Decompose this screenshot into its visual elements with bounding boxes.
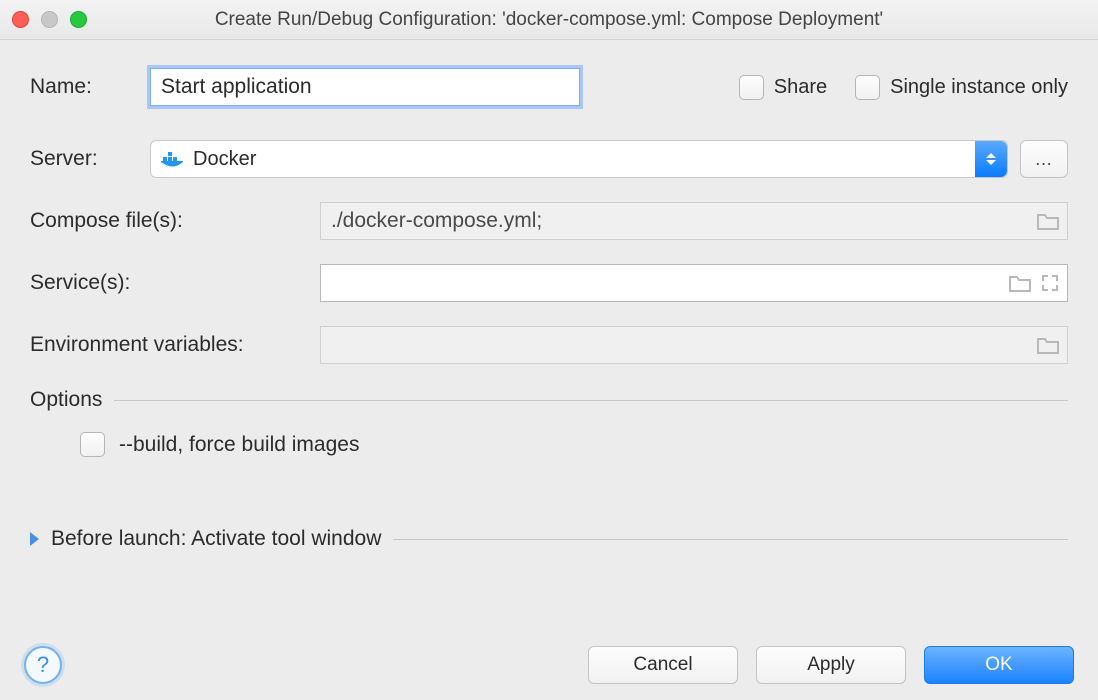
- single-instance-checkbox-wrap[interactable]: Single instance only: [855, 75, 1068, 100]
- options-section-label: Options: [30, 388, 102, 412]
- maximize-window-icon[interactable]: [70, 11, 87, 28]
- expand-icon[interactable]: [1041, 274, 1059, 292]
- share-label: Share: [774, 76, 827, 99]
- footer: ? Cancel Apply OK: [0, 630, 1098, 700]
- close-window-icon[interactable]: [12, 11, 29, 28]
- env-row: Environment variables:: [30, 326, 1068, 364]
- before-launch-section[interactable]: Before launch: Activate tool window: [30, 527, 1068, 551]
- services-field[interactable]: [320, 264, 1068, 302]
- single-instance-label: Single instance only: [890, 76, 1068, 99]
- share-checkbox[interactable]: [739, 75, 764, 100]
- titlebar: Create Run/Debug Configuration: 'docker-…: [0, 0, 1098, 40]
- share-checkbox-wrap[interactable]: Share: [739, 75, 827, 100]
- compose-value: ./docker-compose.yml;: [331, 209, 542, 233]
- name-label: Name:: [30, 75, 150, 99]
- compose-label: Compose file(s):: [30, 209, 320, 233]
- single-instance-checkbox[interactable]: [855, 75, 880, 100]
- env-label: Environment variables:: [30, 333, 320, 357]
- minimize-window-icon: [41, 11, 58, 28]
- services-row: Service(s):: [30, 264, 1068, 302]
- cancel-button-label: Cancel: [633, 654, 692, 676]
- folder-icon[interactable]: [1009, 274, 1031, 292]
- server-row: Server: Docker …: [30, 140, 1068, 178]
- name-input[interactable]: Start application: [150, 68, 580, 106]
- window-controls: [12, 11, 87, 28]
- ok-button[interactable]: OK: [924, 646, 1074, 684]
- folder-icon[interactable]: [1037, 212, 1059, 230]
- folder-icon[interactable]: [1037, 336, 1059, 354]
- ellipsis-icon: …: [1035, 149, 1054, 170]
- docker-icon: [161, 151, 185, 169]
- server-more-button[interactable]: …: [1020, 140, 1068, 178]
- options-section: Options: [30, 388, 1068, 412]
- build-option-label: --build, force build images: [119, 433, 359, 457]
- apply-button-label: Apply: [807, 654, 855, 676]
- disclosure-triangle-icon[interactable]: [30, 532, 39, 546]
- cancel-button[interactable]: Cancel: [588, 646, 738, 684]
- compose-field[interactable]: ./docker-compose.yml;: [320, 202, 1068, 240]
- help-icon: ?: [37, 652, 49, 678]
- services-label: Service(s):: [30, 271, 320, 295]
- build-checkbox[interactable]: [80, 432, 105, 457]
- build-option-row[interactable]: --build, force build images: [80, 432, 1068, 457]
- ok-button-label: OK: [985, 654, 1012, 676]
- name-input-text: Start application: [161, 75, 312, 99]
- apply-button[interactable]: Apply: [756, 646, 906, 684]
- window-title: Create Run/Debug Configuration: 'docker-…: [0, 9, 1098, 31]
- server-label: Server:: [30, 147, 150, 171]
- divider: [393, 539, 1068, 540]
- select-caret-icon[interactable]: [975, 141, 1007, 177]
- env-field[interactable]: [320, 326, 1068, 364]
- compose-row: Compose file(s): ./docker-compose.yml;: [30, 202, 1068, 240]
- server-select[interactable]: Docker: [150, 140, 1008, 178]
- server-value: Docker: [193, 148, 256, 171]
- help-button[interactable]: ?: [24, 646, 62, 684]
- divider: [114, 400, 1068, 401]
- name-row: Name: Start application Share Single ins…: [30, 68, 1068, 106]
- before-launch-label: Before launch: Activate tool window: [51, 527, 381, 551]
